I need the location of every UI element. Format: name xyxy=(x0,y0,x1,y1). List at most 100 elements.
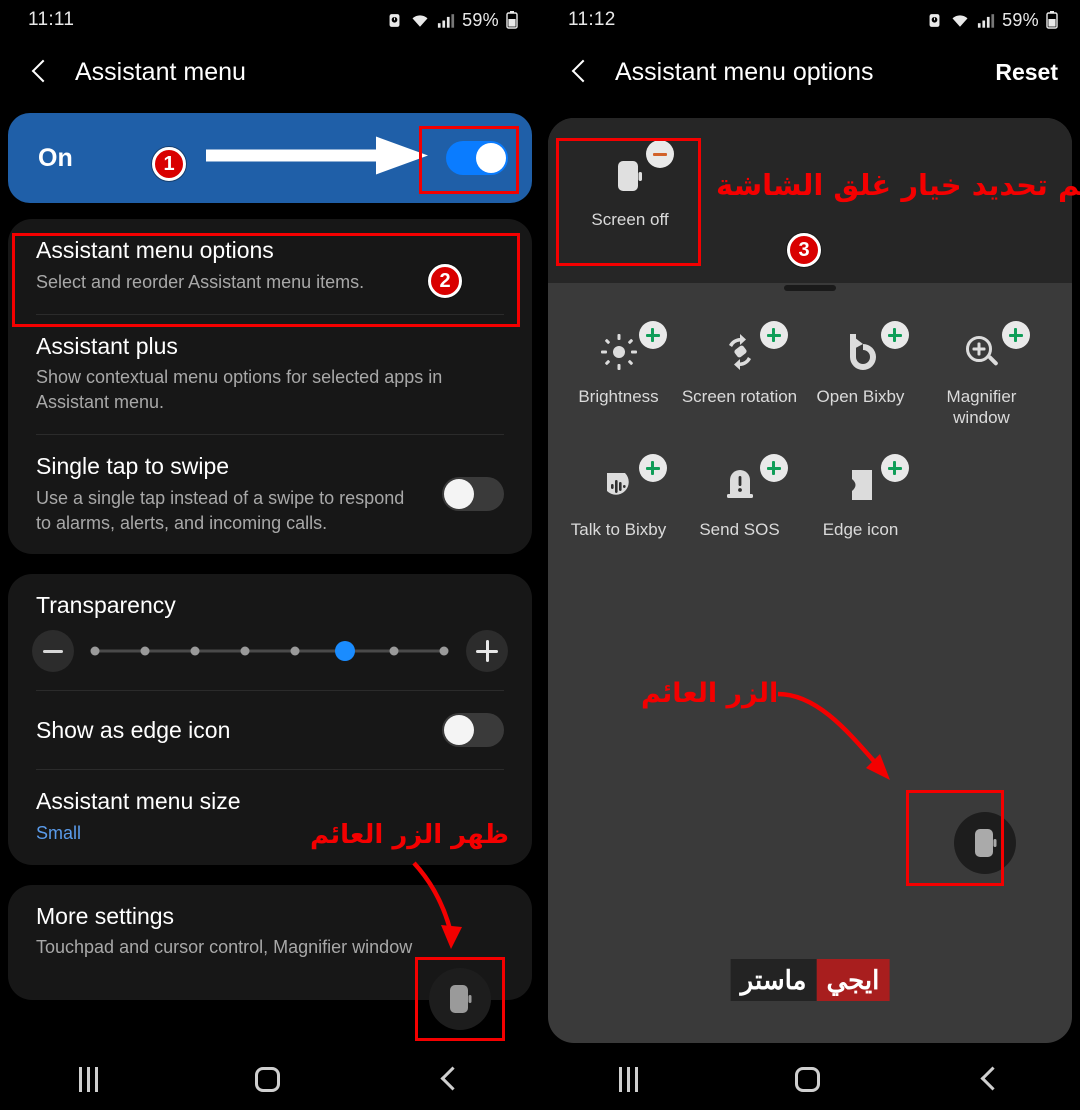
status-time: 11:11 xyxy=(28,9,75,30)
assistant-floating-button[interactable] xyxy=(429,968,491,1030)
back-chevron-icon[interactable] xyxy=(568,59,594,85)
transparency-slider[interactable] xyxy=(88,634,452,668)
row-subtitle: Show contextual menu options for selecte… xyxy=(36,367,443,413)
navigation-bar xyxy=(0,1048,540,1110)
add-badge-icon[interactable] xyxy=(1001,321,1030,349)
transparency-decrease-button[interactable] xyxy=(32,630,74,673)
tile-label: Screen rotation xyxy=(681,387,798,406)
app-bar: Assistant menu options Reset xyxy=(540,40,1080,104)
settings-card-1: Assistant menu options Select and reorde… xyxy=(8,219,532,555)
wifi-icon xyxy=(410,12,430,29)
home-icon[interactable] xyxy=(794,1066,820,1092)
signal-icon xyxy=(977,12,995,29)
transparency-slider-row xyxy=(8,624,532,690)
drag-handle[interactable] xyxy=(784,285,836,291)
tile-icon xyxy=(922,321,1042,383)
tile-icon xyxy=(801,454,921,516)
row-show-as-edge-icon[interactable]: Show as edge icon xyxy=(8,691,532,769)
tile-label: Open Bixby xyxy=(816,387,905,406)
row-subtitle: Select and reorder Assistant menu items. xyxy=(36,271,365,292)
tile-magnifier-window[interactable]: Magnifier window xyxy=(922,321,1042,428)
tile-label: Brightness xyxy=(578,387,659,406)
phone-glyph-icon xyxy=(975,829,997,857)
add-badge-icon[interactable] xyxy=(638,321,667,349)
back-chevron-icon[interactable] xyxy=(28,59,54,85)
slider-dot[interactable] xyxy=(90,646,100,656)
tile-brightness[interactable]: Brightness xyxy=(559,321,679,428)
dual-screenshot: 11:11 59% Assistant menu On Assistant me… xyxy=(0,0,1080,1110)
status-time: 11:12 xyxy=(568,9,616,30)
row-subtitle: Use a single tap instead of a swipe to r… xyxy=(36,487,405,533)
status-bar: 11:11 59% xyxy=(0,0,540,40)
reset-button[interactable]: Reset xyxy=(995,59,1058,86)
add-badge-icon[interactable] xyxy=(759,454,788,483)
tile-icon xyxy=(570,140,690,206)
tile-open-bixby[interactable]: Open Bixby xyxy=(801,321,921,428)
add-badge-icon[interactable] xyxy=(759,321,788,349)
row-assistant-menu-options[interactable]: Assistant menu options Select and reorde… xyxy=(8,219,532,314)
settings-card-2: Transparency Show as edge icon Assistant… xyxy=(8,574,532,865)
available-items-grid: Brightness Screen rotation Open Bixby Ma… xyxy=(548,283,1072,567)
app-bar: Assistant menu xyxy=(0,40,540,104)
send-sos-icon xyxy=(726,470,753,499)
tile-icon xyxy=(680,321,800,383)
slider-dot[interactable] xyxy=(190,646,200,656)
tile-screen-rotation[interactable]: Screen rotation xyxy=(680,321,800,428)
battery-percent: 59% xyxy=(1002,9,1039,30)
add-badge-icon[interactable] xyxy=(880,454,909,483)
assistant-menu-switch[interactable] xyxy=(446,141,508,175)
assistant-options-sheet: Screen off Brightness Screen rotation Op… xyxy=(548,118,1072,1043)
brightness-icon xyxy=(600,334,637,370)
slider-dot[interactable] xyxy=(439,646,449,656)
signal-icon xyxy=(437,12,455,29)
transparency-title: Transparency xyxy=(36,592,176,619)
edge-icon xyxy=(851,470,872,501)
home-icon[interactable] xyxy=(254,1066,280,1092)
wifi-icon xyxy=(950,12,970,29)
slider-dot[interactable] xyxy=(140,646,150,656)
row-assistant-plus[interactable]: Assistant plus Show contextual menu opti… xyxy=(8,315,532,434)
row-assistant-menu-size[interactable]: Assistant menu size Small xyxy=(8,770,532,865)
page-title: Assistant menu options xyxy=(615,57,874,86)
tile-icon xyxy=(559,454,679,516)
tile-edge-icon[interactable]: Edge icon xyxy=(801,454,921,541)
tile-label: Magnifier window xyxy=(946,387,1017,427)
phone-screen-off-icon xyxy=(618,161,642,191)
remove-badge-icon[interactable] xyxy=(646,140,674,168)
single-tap-to-swipe-switch[interactable] xyxy=(442,476,504,511)
back-icon[interactable] xyxy=(437,1067,461,1091)
show-as-edge-icon-switch[interactable] xyxy=(442,713,504,748)
watermark-red-text: ايجي xyxy=(816,959,890,1001)
slider-dot[interactable] xyxy=(389,646,399,656)
assistant-floating-button[interactable] xyxy=(954,812,1016,874)
add-badge-icon[interactable] xyxy=(880,321,909,349)
row-title: Assistant menu options xyxy=(36,237,274,263)
row-title: Single tap to swipe xyxy=(36,452,230,479)
alarm-icon xyxy=(386,12,403,29)
talk-to-bixby-icon xyxy=(606,473,629,496)
battery-percent: 59% xyxy=(462,9,499,30)
assistant-menu-master-toggle-row[interactable]: On xyxy=(8,113,532,203)
row-single-tap-to-swipe[interactable]: Single tap to swipe Use a single tap ins… xyxy=(8,435,532,554)
navigation-bar xyxy=(540,1048,1080,1110)
watermark-logo: ايجي ماستر xyxy=(730,959,890,1001)
battery-icon xyxy=(1046,11,1058,29)
status-bar: 11:12 59% xyxy=(540,0,1080,40)
tile-talk-to-bixby[interactable]: Talk to Bixby xyxy=(559,454,679,541)
recents-icon[interactable] xyxy=(618,1066,638,1092)
slider-dot-active[interactable] xyxy=(334,641,355,662)
transparency-increase-button[interactable] xyxy=(466,630,508,673)
magnifier-plus-icon xyxy=(965,336,998,366)
slider-dot[interactable] xyxy=(290,646,300,656)
selected-tile-screen-off[interactable]: Screen off xyxy=(570,140,690,231)
recents-icon[interactable] xyxy=(78,1066,98,1092)
back-icon[interactable] xyxy=(977,1067,1001,1091)
bixby-icon xyxy=(849,334,876,370)
page-title: Assistant menu xyxy=(75,57,246,86)
tile-send-sos[interactable]: Send SOS xyxy=(680,454,800,541)
slider-dot[interactable] xyxy=(240,646,250,656)
tile-icon xyxy=(801,321,921,383)
row-subtitle-value: Small xyxy=(36,822,82,843)
tile-label: Talk to Bixby xyxy=(570,520,667,540)
add-badge-icon[interactable] xyxy=(638,454,667,483)
